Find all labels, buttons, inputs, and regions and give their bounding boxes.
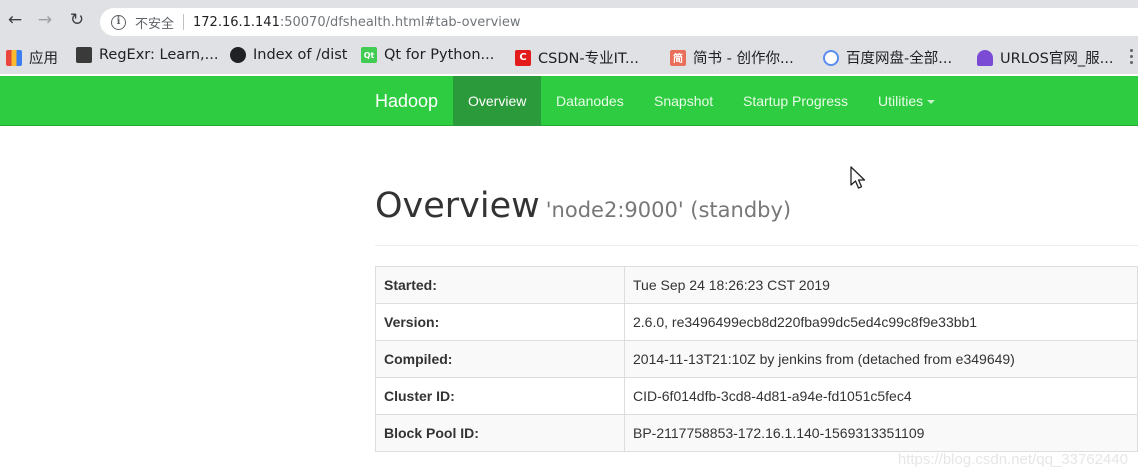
bookmark-qt-python[interactable]: Qt Qt for Python... xyxy=(361,47,494,63)
bookmark-jianshu[interactable]: 简 简书 - 创作你... xyxy=(670,47,794,68)
qt-icon: Qt xyxy=(361,47,377,63)
bookmarks-bar: 应用 RegExr: Learn,... Index of /dist Qt Q… xyxy=(0,38,1138,74)
bookmark-label: CSDN-专业IT... xyxy=(538,51,639,67)
caret-down-icon xyxy=(927,100,936,105)
back-arrow-icon[interactable]: ← xyxy=(4,9,26,31)
tab-utilities[interactable]: Utilities xyxy=(863,76,950,126)
address-bar[interactable]: i 不安全 172.16.1.141:50070/dfshealth.html#… xyxy=(100,8,1138,36)
browser-toolbar: ← → ↻ i 不安全 172.16.1.141:50070/dfshealth… xyxy=(0,0,1138,38)
jianshu-icon: 简 xyxy=(670,49,686,66)
info-icon[interactable]: i xyxy=(111,14,126,30)
row-value: 2014-11-13T21:10Z by jenkins from (detac… xyxy=(624,340,1138,378)
row-value: Tue Sep 24 18:26:23 CST 2019 xyxy=(624,266,1138,304)
bookmark-baidu-pan[interactable]: 百度网盘-全部... xyxy=(823,47,952,68)
bookmark-label: Qt for Python... xyxy=(384,47,495,63)
table-row: Compiled: 2014-11-13T21:10Z by jenkins fr… xyxy=(375,340,1138,378)
row-key: Compiled: xyxy=(375,340,625,378)
bookmark-label: URLOS官网_服... xyxy=(1000,51,1114,67)
bookmark-label: Index of /dist xyxy=(253,47,348,63)
row-key: Version: xyxy=(375,303,625,341)
row-key: Block Pool ID: xyxy=(375,414,625,452)
table-row: Block Pool ID: BP-2117758853-172.16.1.140… xyxy=(375,414,1138,452)
page-subtitle: 'node2:9000' (standby) xyxy=(545,198,792,222)
baidu-pan-icon xyxy=(823,49,839,66)
more-bookmarks-icon[interactable] xyxy=(1130,46,1134,67)
page-title: Overview xyxy=(375,186,540,226)
bookmark-label: 简书 - 创作你... xyxy=(693,51,794,67)
urlos-icon xyxy=(977,49,993,66)
overview-table: Started: Tue Sep 24 18:26:23 CST 2019 Vers… xyxy=(375,266,1138,452)
page-header: Overview'node2:9000' (standby) xyxy=(375,186,1138,246)
row-key: Started: xyxy=(375,266,625,304)
url-path: :50070/dfshealth.html#tab-overview xyxy=(279,14,521,30)
bookmark-index-dist[interactable]: Index of /dist xyxy=(230,47,347,63)
tab-snapshot[interactable]: Snapshot xyxy=(639,76,728,126)
bookmark-label: 百度网盘-全部... xyxy=(846,51,953,67)
globe-icon xyxy=(230,47,246,63)
csdn-icon: C xyxy=(515,49,531,66)
tab-datanodes[interactable]: Datanodes xyxy=(541,76,639,126)
reload-icon[interactable]: ↻ xyxy=(66,9,88,31)
navbar-brand[interactable]: Hadoop xyxy=(375,76,438,126)
bookmark-urlos[interactable]: URLOS官网_服... xyxy=(977,47,1113,68)
tab-overview[interactable]: Overview xyxy=(453,76,542,126)
bookmark-apps[interactable]: 应用 xyxy=(6,47,58,68)
bookmark-csdn[interactable]: C CSDN-专业IT... xyxy=(515,47,639,68)
forward-arrow-icon[interactable]: → xyxy=(34,9,56,31)
bookmark-label: RegExr: Learn,... xyxy=(99,47,219,63)
watermark: https://blog.csdn.net/qq_33762440 xyxy=(897,451,1128,468)
not-secure-label: 不安全 xyxy=(135,16,175,32)
hadoop-navbar: Hadoop Overview Datanodes Snapshot Start… xyxy=(0,76,1138,126)
divider xyxy=(183,14,185,30)
apps-grid-icon xyxy=(6,49,22,66)
table-row: Cluster ID: CID-6f014dfb-3cd8-4d81-a94e-f… xyxy=(375,377,1138,415)
bookmark-label: 应用 xyxy=(29,51,58,67)
tab-startup-progress[interactable]: Startup Progress xyxy=(728,76,863,126)
tab-utilities-label: Utilities xyxy=(878,93,924,109)
table-row: Started: Tue Sep 24 18:26:23 CST 2019 xyxy=(375,266,1138,304)
url-host: 172.16.1.141 xyxy=(193,14,280,30)
row-value: CID-6f014dfb-3cd8-4d81-a94e-fd1051c5fec4 xyxy=(624,377,1138,415)
table-row: Version: 2.6.0, re3496499ecb8d220fba99dc5… xyxy=(375,303,1138,341)
row-value: 2.6.0, re3496499ecb8d220fba99dc5ed4c99c8… xyxy=(624,303,1138,341)
row-value: BP-2117758853-172.16.1.140-1569313351109 xyxy=(624,414,1138,452)
regexr-icon xyxy=(76,47,92,63)
row-key: Cluster ID: xyxy=(375,377,625,415)
bookmark-regexr[interactable]: RegExr: Learn,... xyxy=(76,47,218,63)
